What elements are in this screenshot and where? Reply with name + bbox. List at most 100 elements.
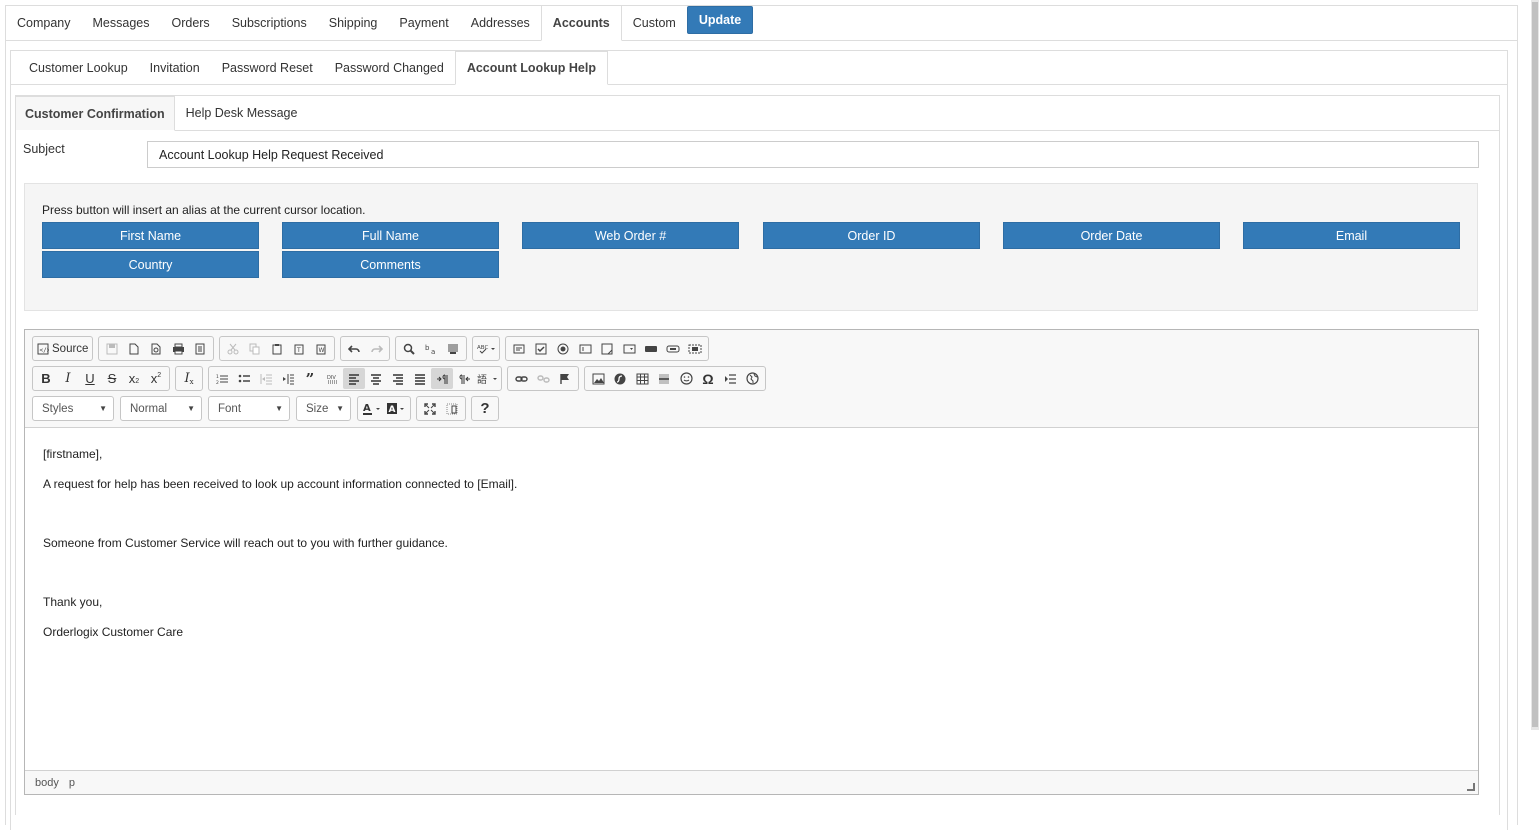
tab-messages[interactable]: Messages	[82, 6, 161, 40]
tab-accounts[interactable]: Accounts	[540, 6, 622, 41]
new-page-icon[interactable]	[123, 338, 145, 359]
maximize-icon[interactable]	[419, 398, 441, 419]
tab-custom[interactable]: Custom	[622, 6, 687, 40]
justify-icon[interactable]	[409, 368, 431, 389]
paste-word-icon[interactable]: W	[310, 338, 332, 359]
align-right-icon[interactable]	[387, 368, 409, 389]
textarea-icon[interactable]	[596, 338, 618, 359]
paste-icon[interactable]	[266, 338, 288, 359]
outdent-icon[interactable]	[255, 368, 277, 389]
format-dropdown[interactable]: Normal ▼	[120, 396, 202, 421]
table-icon[interactable]	[631, 368, 653, 389]
alias-full-name-button[interactable]: Full Name	[282, 222, 499, 249]
strike-icon[interactable]: S	[101, 368, 123, 389]
tab-password-changed[interactable]: Password Changed	[324, 51, 455, 84]
underline-icon[interactable]: U	[79, 368, 101, 389]
select-icon[interactable]	[618, 338, 640, 359]
image-icon[interactable]	[587, 368, 609, 389]
special-char-icon[interactable]: Ω	[697, 368, 719, 389]
styles-dropdown[interactable]: Styles ▼	[32, 396, 114, 421]
anchor-icon[interactable]	[554, 368, 576, 389]
alias-web-order-button[interactable]: Web Order #	[522, 222, 739, 249]
page-scrollbar[interactable]	[1531, 0, 1539, 730]
alias-country-button[interactable]: Country	[42, 251, 259, 278]
page-break-icon[interactable]	[719, 368, 741, 389]
show-blocks-icon[interactable]	[441, 398, 463, 419]
blockquote-icon[interactable]: ”	[299, 368, 321, 389]
toolbar-group-document: </> Source	[32, 336, 94, 361]
find-icon[interactable]	[398, 338, 420, 359]
tab-customer-lookup[interactable]: Customer Lookup	[15, 51, 139, 84]
link-icon[interactable]	[510, 368, 532, 389]
alias-email-button[interactable]: Email	[1243, 222, 1460, 249]
tab-invitation[interactable]: Invitation	[139, 51, 211, 84]
bold-icon[interactable]: B	[35, 368, 57, 389]
smiley-icon[interactable]	[675, 368, 697, 389]
tab-orders[interactable]: Orders	[160, 6, 220, 40]
tab-help-desk-message[interactable]: Help Desk Message	[175, 96, 309, 130]
tab-account-lookup-help[interactable]: Account Lookup Help	[454, 51, 608, 85]
bulleted-list-icon[interactable]	[233, 368, 255, 389]
text-field-icon[interactable]	[574, 338, 596, 359]
tab-shipping[interactable]: Shipping	[318, 6, 389, 40]
scrollbar-thumb[interactable]	[1532, 2, 1538, 727]
tab-subscriptions[interactable]: Subscriptions	[221, 6, 318, 40]
path-p[interactable]: p	[69, 777, 75, 789]
font-dropdown[interactable]: Font ▼	[208, 396, 290, 421]
tab-payment[interactable]: Payment	[388, 6, 459, 40]
text-color-icon[interactable]: A	[360, 398, 384, 419]
size-dropdown[interactable]: Size ▼	[296, 396, 351, 421]
alias-order-date-button[interactable]: Order Date	[1003, 222, 1220, 249]
indent-icon[interactable]	[277, 368, 299, 389]
checkbox-icon[interactable]	[530, 338, 552, 359]
copy-icon[interactable]	[244, 338, 266, 359]
cut-icon[interactable]	[222, 338, 244, 359]
italic-icon[interactable]: I	[57, 368, 79, 389]
resize-handle-icon[interactable]	[1467, 783, 1475, 791]
source-button[interactable]: </> Source	[35, 338, 90, 359]
templates-icon[interactable]	[189, 338, 211, 359]
flash-icon[interactable]	[609, 368, 631, 389]
language-icon[interactable]: 語	[475, 368, 499, 389]
iframe-icon[interactable]	[741, 368, 763, 389]
help-icon[interactable]: ?	[474, 398, 496, 419]
ltr-icon[interactable]	[431, 368, 453, 389]
paste-text-icon[interactable]: T	[288, 338, 310, 359]
remove-format-icon[interactable]: Ix	[178, 368, 200, 389]
button-icon[interactable]	[640, 338, 662, 359]
form-icon[interactable]	[508, 338, 530, 359]
select-all-icon[interactable]	[442, 338, 464, 359]
rtl-icon[interactable]	[453, 368, 475, 389]
align-center-icon[interactable]	[365, 368, 387, 389]
alias-first-name-button[interactable]: First Name	[42, 222, 259, 249]
image-button-icon[interactable]	[662, 338, 684, 359]
spellcheck-icon[interactable]: ABC	[475, 338, 497, 359]
subscript-icon[interactable]: x2	[123, 368, 145, 389]
unlink-icon[interactable]	[532, 368, 554, 389]
background-color-icon[interactable]: A	[384, 398, 408, 419]
redo-icon[interactable]	[365, 338, 387, 359]
horizontal-rule-icon[interactable]	[653, 368, 675, 389]
update-button[interactable]: Update	[686, 6, 754, 34]
path-body[interactable]: body	[35, 777, 59, 789]
create-div-icon[interactable]: DIV	[321, 368, 343, 389]
superscript-icon[interactable]: x2	[145, 368, 167, 389]
align-left-icon[interactable]	[343, 368, 365, 389]
subject-input[interactable]	[147, 141, 1479, 168]
alias-comments-button[interactable]: Comments	[282, 251, 499, 278]
radio-icon[interactable]	[552, 338, 574, 359]
replace-icon[interactable]: ba	[420, 338, 442, 359]
preview-icon[interactable]	[145, 338, 167, 359]
hidden-field-icon[interactable]	[684, 338, 706, 359]
tab-customer-confirmation[interactable]: Customer Confirmation	[16, 96, 175, 131]
tab-company[interactable]: Company	[6, 6, 82, 40]
editor-content[interactable]: [firstname], A request for help has been…	[25, 427, 1478, 771]
numbered-list-icon[interactable]: 12	[211, 368, 233, 389]
save-icon[interactable]	[101, 338, 123, 359]
tab-password-reset[interactable]: Password Reset	[211, 51, 324, 84]
tab-addresses[interactable]: Addresses	[460, 6, 541, 40]
undo-icon[interactable]	[343, 338, 365, 359]
rich-text-editor: </> Source T W b a ABC B I U S x 2 x 2 I…	[24, 329, 1479, 795]
print-icon[interactable]	[167, 338, 189, 359]
alias-order-id-button[interactable]: Order ID	[763, 222, 980, 249]
